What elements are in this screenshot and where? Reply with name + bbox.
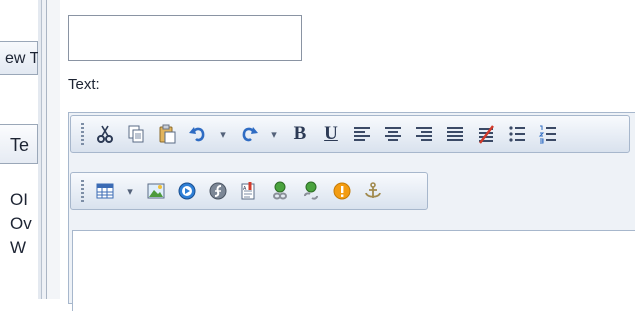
copy-icon[interactable] (123, 121, 149, 147)
toolbar-grip[interactable] (81, 180, 84, 202)
text-label: Text: (68, 76, 100, 93)
anchor-icon[interactable] (360, 178, 386, 204)
undo-icon[interactable] (185, 121, 211, 147)
image-icon[interactable] (143, 178, 169, 204)
bold-icon[interactable]: B (287, 121, 313, 147)
cut-icon[interactable] (92, 121, 118, 147)
insert-toolbar: ▾ A (70, 172, 428, 210)
unlink-icon[interactable] (298, 178, 324, 204)
paste-icon[interactable] (154, 121, 180, 147)
flash-icon[interactable] (205, 178, 231, 204)
bullet-list-icon[interactable] (504, 121, 530, 147)
underline-icon[interactable]: U (318, 121, 344, 147)
align-right-icon[interactable] (411, 121, 437, 147)
media-icon[interactable] (174, 178, 200, 204)
list-item[interactable]: OI (10, 188, 38, 212)
list-item[interactable]: Ov (10, 212, 38, 236)
undo-dropdown-icon[interactable]: ▾ (216, 121, 230, 147)
list-item[interactable]: W (10, 236, 38, 260)
column-header[interactable]: Te (0, 124, 38, 164)
view-tab[interactable]: ew T (0, 41, 38, 75)
link-icon[interactable] (267, 178, 293, 204)
document-icon[interactable]: A (236, 178, 262, 204)
left-list: OI Ov W (10, 188, 38, 260)
title-input[interactable] (68, 15, 302, 61)
justify-icon[interactable] (442, 121, 468, 147)
formatting-toolbar: ▾ ▾ B U (70, 115, 630, 153)
left-panel: ew T Te OI Ov W (0, 0, 38, 299)
clear-formatting-icon[interactable] (473, 121, 499, 147)
redo-dropdown-icon[interactable]: ▾ (267, 121, 281, 147)
panel-splitter[interactable] (38, 0, 60, 299)
table-icon[interactable] (92, 178, 118, 204)
align-center-icon[interactable] (380, 121, 406, 147)
warning-icon[interactable] (329, 178, 355, 204)
table-dropdown-icon[interactable]: ▾ (123, 178, 137, 204)
align-left-icon[interactable] (349, 121, 375, 147)
redo-icon[interactable] (236, 121, 262, 147)
numbered-list-icon[interactable] (535, 121, 561, 147)
toolbar-grip[interactable] (81, 123, 84, 145)
